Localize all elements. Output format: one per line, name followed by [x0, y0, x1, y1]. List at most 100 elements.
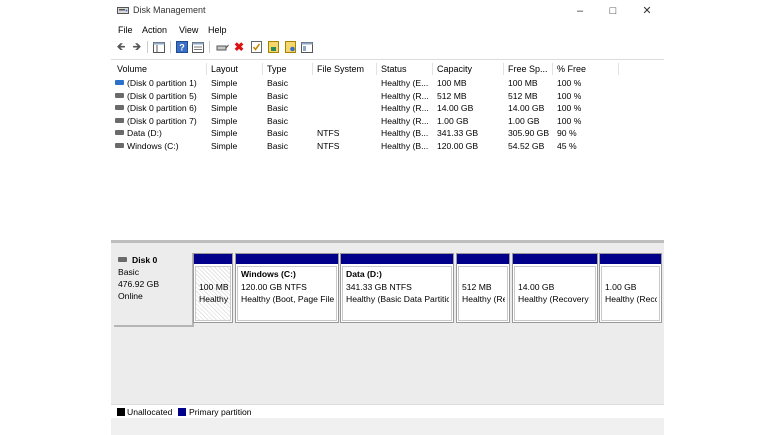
partition-size: 14.00 GB — [518, 282, 593, 292]
partition-color-bar — [600, 254, 661, 264]
forward-icon[interactable]: 🡺 — [130, 40, 144, 54]
table-row[interactable]: (Disk 0 partition 6) Simple Basic Health… — [111, 102, 664, 114]
cell-free-space: 100 MB — [508, 77, 538, 89]
disk-size: 476.92 GB — [118, 279, 159, 289]
column-header-percent-free[interactable]: % Free — [553, 63, 619, 75]
volume-icon — [115, 105, 124, 110]
cell-status: Healthy (B... — [381, 127, 428, 139]
toolbar-separator — [147, 41, 148, 53]
column-header-capacity[interactable]: Capacity — [433, 63, 504, 75]
unallocated-swatch — [117, 408, 125, 416]
partition-name: Data (D:) — [346, 269, 449, 279]
cell-layout: Simple — [211, 115, 237, 127]
cell-volume: (Disk 0 partition 6) — [127, 103, 197, 113]
cell-capacity: 120.00 GB — [437, 140, 478, 152]
table-row[interactable]: Windows (C:) Simple Basic NTFS Healthy (… — [111, 140, 664, 152]
partition-color-bar — [341, 254, 453, 264]
cell-layout: Simple — [211, 127, 237, 139]
partition-status: Healthy (Recovery — [518, 294, 593, 304]
cell-type: Basic — [267, 90, 288, 102]
cell-layout: Simple — [211, 140, 237, 152]
partition-body: Data (D:) 341.33 GB NTFS Healthy (Basic … — [342, 266, 452, 321]
status-bar — [111, 418, 664, 435]
properties-icon[interactable] — [191, 40, 205, 54]
minimize-button[interactable]: – — [566, 3, 594, 19]
cell-volume: (Disk 0 partition 1) — [127, 78, 197, 88]
partition-body: 100 MB Healthy — [195, 266, 231, 321]
cell-file-system: NTFS — [317, 127, 339, 139]
cell-free-space: 54.52 GB — [508, 140, 544, 152]
delete-icon[interactable]: ✖ — [232, 40, 246, 54]
help-icon[interactable]: ? — [175, 40, 189, 54]
column-header-layout[interactable]: Layout — [207, 63, 263, 75]
cell-layout: Simple — [211, 90, 237, 102]
cell-status: Healthy (R... — [381, 90, 429, 102]
cell-free-space: 1.00 GB — [508, 115, 540, 127]
partition-data-d[interactable]: Data (D:) 341.33 GB NTFS Healthy (Basic … — [340, 253, 454, 323]
partition-5[interactable]: 512 MB Healthy (Re — [456, 253, 510, 323]
new-doc-icon[interactable] — [283, 40, 297, 54]
cell-volume: (Disk 0 partition 7) — [127, 116, 197, 126]
menu-action[interactable]: Action — [142, 25, 167, 35]
cell-free-space: 512 MB — [508, 90, 538, 102]
partition-size: 100 MB — [199, 282, 228, 292]
menu-view[interactable]: View — [179, 25, 198, 35]
table-row[interactable]: Data (D:) Simple Basic NTFS Healthy (B..… — [111, 127, 664, 139]
title-bar: Disk Management – □ ✕ — [111, 0, 664, 22]
menu-help[interactable]: Help — [208, 25, 227, 35]
cell-percent-free: 90 % — [557, 127, 577, 139]
table-row[interactable]: (Disk 0 partition 5) Simple Basic Health… — [111, 90, 664, 102]
connect-disk-icon[interactable] — [215, 40, 229, 54]
partition-status: Healthy (Recc — [605, 294, 657, 304]
partition-size: 341.33 GB NTFS — [346, 282, 449, 292]
disk-icon — [118, 257, 127, 262]
cell-status: Healthy (R... — [381, 102, 429, 114]
table-row[interactable]: (Disk 0 partition 1) Simple Basic Health… — [111, 77, 664, 89]
partition-color-bar — [457, 254, 509, 264]
column-header-type[interactable]: Type — [263, 63, 313, 75]
partition-7[interactable]: 1.00 GB Healthy (Recc — [599, 253, 662, 323]
cell-volume: Data (D:) — [127, 128, 162, 138]
cell-status: Healthy (B... — [381, 140, 428, 152]
cell-status: Healthy (R... — [381, 115, 429, 127]
show-pane-icon[interactable] — [300, 40, 314, 54]
volume-icon — [115, 143, 124, 148]
disk-0-label[interactable]: Disk 0 Basic 476.92 GB Online — [114, 253, 194, 327]
cell-status: Healthy (E... — [381, 77, 428, 89]
column-header-volume[interactable]: Volume — [113, 63, 207, 75]
partition-status: Healthy (Re — [462, 294, 505, 304]
table-row[interactable]: (Disk 0 partition 7) Simple Basic Health… — [111, 115, 664, 127]
menu-file[interactable]: File — [118, 25, 133, 35]
column-header-status[interactable]: Status — [377, 63, 433, 75]
column-header-free-space[interactable]: Free Sp... — [504, 63, 553, 75]
column-header-file-system[interactable]: File System — [313, 63, 377, 75]
partition-windows-c[interactable]: Windows (C:) 120.00 GB NTFS Healthy (Boo… — [235, 253, 339, 323]
partition-1[interactable]: 100 MB Healthy — [193, 253, 233, 323]
partition-size: 1.00 GB — [605, 282, 657, 292]
close-button[interactable]: ✕ — [633, 3, 661, 19]
maximize-button[interactable]: □ — [599, 3, 627, 19]
partition-body: 512 MB Healthy (Re — [458, 266, 508, 321]
export-icon[interactable] — [266, 40, 280, 54]
partition-status: Healthy (Boot, Page File — [241, 294, 334, 304]
cell-type: Basic — [267, 102, 288, 114]
cell-percent-free: 100 % — [557, 77, 581, 89]
legend-primary-partition: Primary partition — [189, 407, 252, 417]
svg-text:?: ? — [179, 43, 185, 53]
volume-icon — [115, 118, 124, 123]
cell-type: Basic — [267, 127, 288, 139]
checkmark-doc-icon[interactable] — [249, 40, 263, 54]
partition-color-bar — [236, 254, 338, 264]
cell-capacity: 14.00 GB — [437, 102, 473, 114]
toolbar-separator — [209, 41, 210, 53]
console-tree-icon[interactable] — [152, 40, 166, 54]
menu-bar: File Action View Help — [111, 22, 664, 38]
disk-state: Online — [118, 291, 143, 301]
partition-status: Healthy — [199, 294, 228, 304]
partition-6[interactable]: 14.00 GB Healthy (Recovery — [512, 253, 598, 323]
cell-volume: Windows (C:) — [127, 141, 179, 151]
disk-type: Basic — [118, 267, 139, 277]
back-icon[interactable]: 🡸 — [114, 40, 128, 54]
volume-icon — [115, 130, 124, 135]
cell-percent-free: 45 % — [557, 140, 577, 152]
